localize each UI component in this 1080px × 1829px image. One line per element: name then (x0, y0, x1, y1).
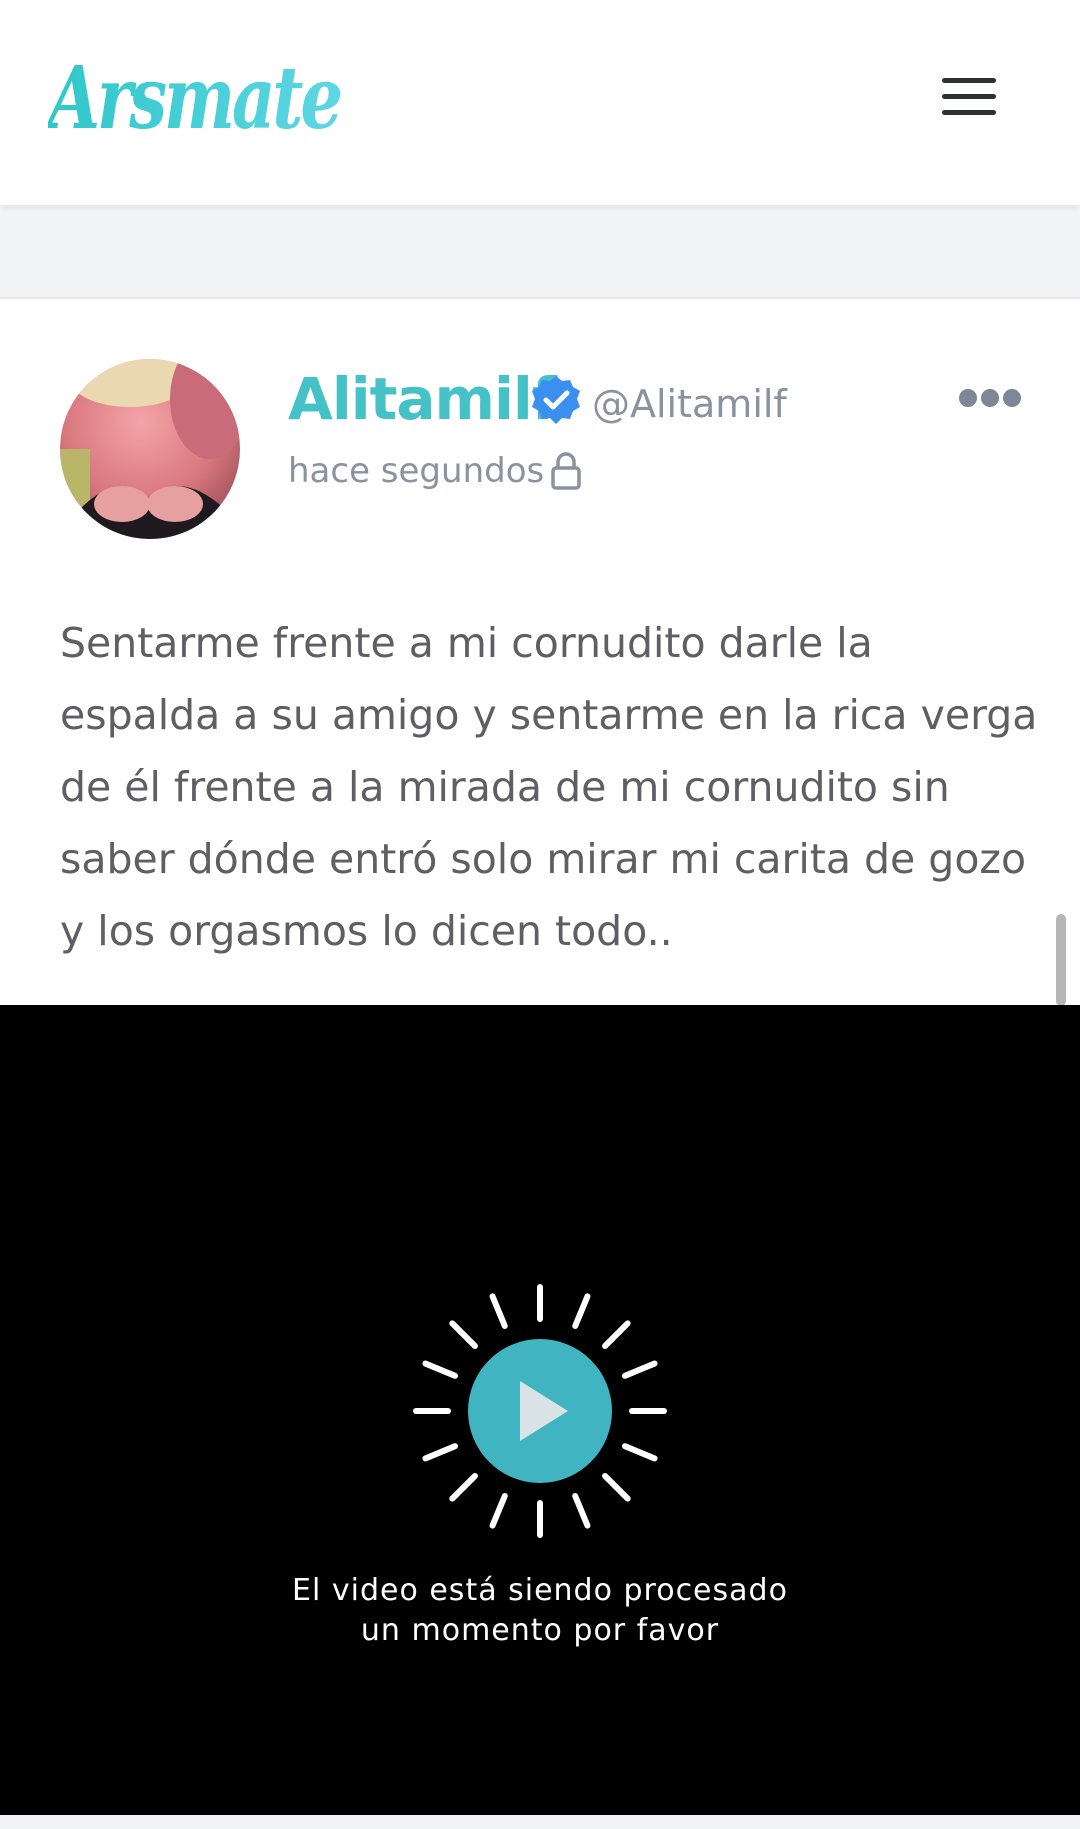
lock-icon (551, 452, 581, 490)
more-dots-icon[interactable] (958, 383, 1022, 413)
spinner-ray (572, 1492, 591, 1529)
video-status-line-2: un momento por favor (360, 1613, 720, 1648)
spinner-ray (489, 1492, 508, 1529)
video-status-line-1: El video está siendo procesado (292, 1573, 788, 1608)
spinner-ray (449, 1320, 478, 1349)
arsmate-logo[interactable]: Arsmate (48, 28, 358, 158)
video-status-text: El video está siendo procesado un moment… (0, 1571, 1080, 1651)
top-header: Arsmate (0, 0, 1080, 205)
scrollbar[interactable] (1056, 914, 1066, 1006)
hamburger-menu-icon[interactable] (936, 72, 1002, 122)
author-name[interactable]: Alitamilf (288, 365, 557, 433)
author-handle[interactable]: @Alitamilf (592, 382, 787, 426)
post-text: Sentarme frente a mi cornudito darle la … (60, 619, 1038, 955)
spinner-ray (489, 1293, 508, 1330)
spinner-ray (572, 1293, 591, 1330)
feed-separator (0, 205, 1080, 299)
spinner-ray (621, 1443, 658, 1462)
spinner-ray (602, 1320, 631, 1349)
post-timestamp: hace segundos (288, 451, 545, 491)
spinner-ray (422, 1360, 459, 1379)
video-player[interactable]: El video está siendo procesado un moment… (0, 1005, 1080, 1815)
spinner-ray (602, 1473, 631, 1502)
spinner-ray (621, 1360, 658, 1379)
video-processing-spinner (413, 1284, 667, 1538)
svg-text:Arsmate: Arsmate (48, 48, 341, 149)
spinner-ray (422, 1443, 459, 1462)
spinner-ray (449, 1473, 478, 1502)
feed-bottom-band (0, 1815, 1080, 1829)
post-card: Alitamilf @Alitamilf hace segundos Senta… (0, 299, 1080, 1005)
avatar[interactable] (60, 359, 240, 539)
verified-badge-icon (532, 376, 580, 424)
